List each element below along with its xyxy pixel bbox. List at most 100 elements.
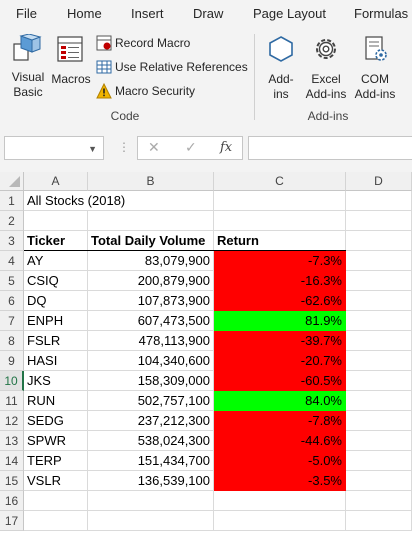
column-header-a[interactable]: A: [24, 172, 88, 191]
volume-cell[interactable]: 104,340,600: [88, 351, 214, 371]
cell[interactable]: [346, 511, 412, 531]
select-all-corner[interactable]: [0, 172, 24, 191]
return-cell[interactable]: -16.3%: [214, 271, 346, 291]
return-cell[interactable]: -20.7%: [214, 351, 346, 371]
cell[interactable]: [346, 251, 412, 271]
name-box[interactable]: ▼: [4, 136, 104, 160]
ticker-cell[interactable]: TERP: [24, 451, 88, 471]
cell[interactable]: [346, 491, 412, 511]
cell[interactable]: [346, 371, 412, 391]
return-cell[interactable]: 84.0%: [214, 391, 346, 411]
macros-button[interactable]: Macros: [50, 32, 92, 104]
row-header[interactable]: 16: [0, 491, 24, 511]
cell[interactable]: [214, 211, 346, 231]
row-header[interactable]: 14: [0, 451, 24, 471]
return-cell[interactable]: -7.3%: [214, 251, 346, 271]
volume-cell[interactable]: 478,113,900: [88, 331, 214, 351]
cell[interactable]: [346, 331, 412, 351]
cell[interactable]: [346, 411, 412, 431]
header-ticker[interactable]: Ticker: [24, 231, 88, 251]
row-header[interactable]: 13: [0, 431, 24, 451]
column-header-b[interactable]: B: [88, 172, 214, 191]
tab-insert[interactable]: Insert: [131, 6, 164, 21]
row-header[interactable]: 8: [0, 331, 24, 351]
cell[interactable]: [24, 491, 88, 511]
volume-cell[interactable]: 136,539,100: [88, 471, 214, 491]
ticker-cell[interactable]: CSIQ: [24, 271, 88, 291]
ticker-cell[interactable]: RUN: [24, 391, 88, 411]
row-header[interactable]: 9: [0, 351, 24, 371]
cell[interactable]: [214, 511, 346, 531]
tab-draw[interactable]: Draw: [193, 6, 223, 21]
row-header[interactable]: 17: [0, 511, 24, 531]
row-header[interactable]: 6: [0, 291, 24, 311]
volume-cell[interactable]: 107,873,900: [88, 291, 214, 311]
cell[interactable]: [346, 291, 412, 311]
return-cell[interactable]: 81.9%: [214, 311, 346, 331]
volume-cell[interactable]: 502,757,100: [88, 391, 214, 411]
tab-home[interactable]: Home: [67, 6, 102, 21]
excel-addins-button[interactable]: Excel Add-ins: [302, 32, 350, 104]
com-addins-button[interactable]: COM Add-ins: [351, 32, 399, 104]
cell[interactable]: [24, 211, 88, 231]
cell[interactable]: [346, 451, 412, 471]
row-header[interactable]: 12: [0, 411, 24, 431]
return-cell[interactable]: -3.5%: [214, 471, 346, 491]
return-cell[interactable]: -44.6%: [214, 431, 346, 451]
row-header[interactable]: 5: [0, 271, 24, 291]
row-header[interactable]: 2: [0, 211, 24, 231]
volume-cell[interactable]: 607,473,500: [88, 311, 214, 331]
cell[interactable]: [214, 191, 346, 211]
tab-page-layout[interactable]: Page Layout: [253, 6, 326, 21]
addins-button[interactable]: Add- ins: [262, 32, 300, 104]
row-header[interactable]: 4: [0, 251, 24, 271]
cell[interactable]: [88, 211, 214, 231]
volume-cell[interactable]: 200,879,900: [88, 271, 214, 291]
cell[interactable]: [346, 191, 412, 211]
volume-cell[interactable]: 538,024,300: [88, 431, 214, 451]
return-cell[interactable]: -62.6%: [214, 291, 346, 311]
tab-file[interactable]: File: [16, 6, 37, 21]
cell[interactable]: [214, 491, 346, 511]
return-cell[interactable]: -60.5%: [214, 371, 346, 391]
chevron-down-icon[interactable]: ▼: [88, 144, 97, 154]
cell[interactable]: [346, 311, 412, 331]
row-header[interactable]: 3: [0, 231, 24, 251]
cell[interactable]: [346, 271, 412, 291]
row-header[interactable]: 15: [0, 471, 24, 491]
use-relative-references-button[interactable]: Use Relative References: [96, 57, 248, 77]
ticker-cell[interactable]: JKS: [24, 371, 88, 391]
volume-cell[interactable]: 83,079,900: [88, 251, 214, 271]
cell[interactable]: [346, 211, 412, 231]
cell[interactable]: [346, 391, 412, 411]
header-return[interactable]: Return: [214, 231, 346, 251]
row-header[interactable]: 11: [0, 391, 24, 411]
return-cell[interactable]: -39.7%: [214, 331, 346, 351]
ticker-cell[interactable]: DQ: [24, 291, 88, 311]
cell[interactable]: [24, 511, 88, 531]
ticker-cell[interactable]: ENPH: [24, 311, 88, 331]
cell[interactable]: [346, 351, 412, 371]
volume-cell[interactable]: 237,212,300: [88, 411, 214, 431]
macro-security-button[interactable]: Macro Security: [96, 81, 195, 101]
formula-input[interactable]: [248, 136, 412, 160]
cell[interactable]: [88, 511, 214, 531]
row-header[interactable]: 10: [0, 371, 24, 391]
volume-cell[interactable]: 151,434,700: [88, 451, 214, 471]
column-header-c[interactable]: C: [214, 172, 346, 191]
column-header-d[interactable]: D: [346, 172, 412, 191]
cell[interactable]: [88, 491, 214, 511]
sheet-title-cell[interactable]: All Stocks (2018): [24, 191, 125, 211]
tab-formulas[interactable]: Formulas: [354, 6, 408, 21]
visual-basic-button[interactable]: Visual Basic: [6, 32, 50, 104]
ticker-cell[interactable]: FSLR: [24, 331, 88, 351]
ticker-cell[interactable]: AY: [24, 251, 88, 271]
header-total-daily-volume[interactable]: Total Daily Volume: [88, 231, 214, 251]
ticker-cell[interactable]: VSLR: [24, 471, 88, 491]
ticker-cell[interactable]: SPWR: [24, 431, 88, 451]
return-cell[interactable]: -7.8%: [214, 411, 346, 431]
row-header[interactable]: 7: [0, 311, 24, 331]
cell[interactable]: [88, 191, 214, 211]
enter-icon[interactable]: ✓: [185, 139, 197, 156]
record-macro-button[interactable]: Record Macro: [96, 33, 190, 53]
